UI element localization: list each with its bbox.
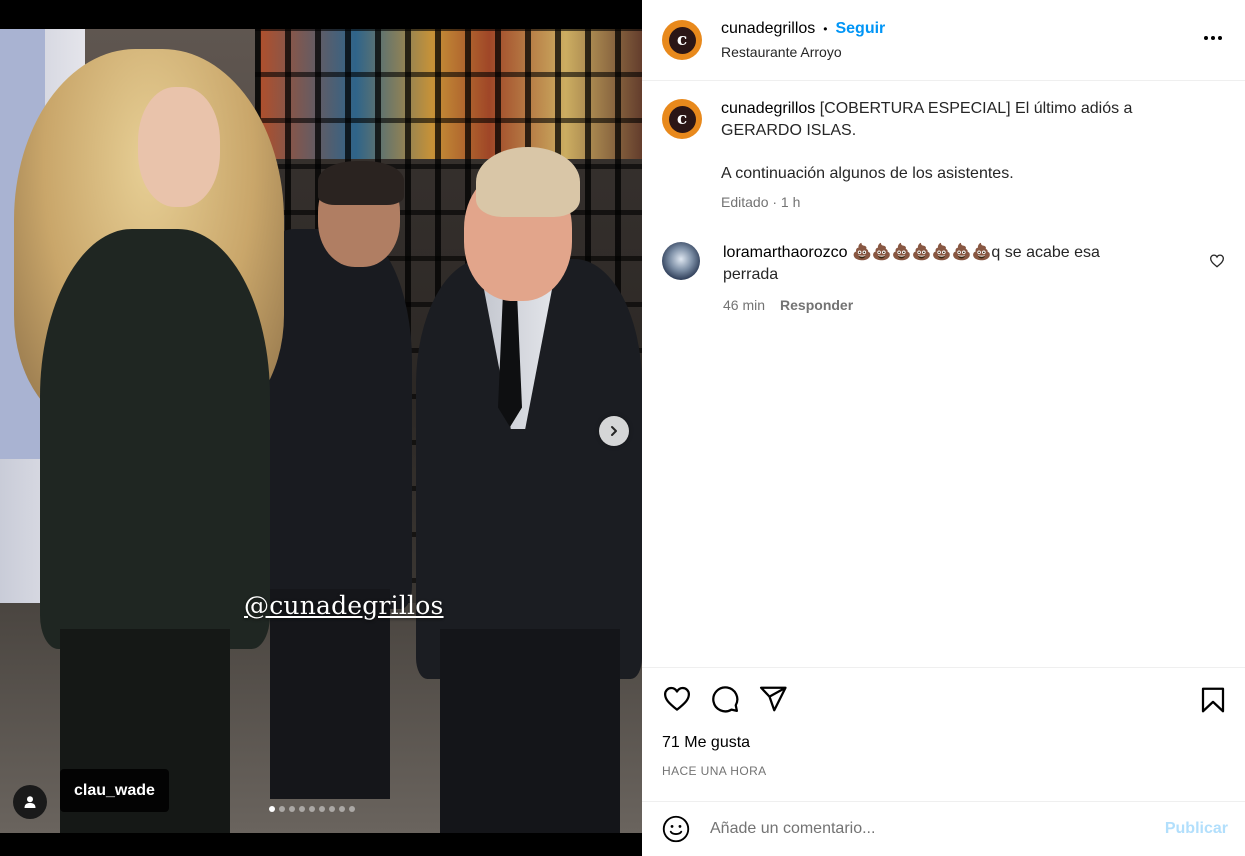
like-button[interactable] (662, 684, 692, 714)
photo-man-left-legs (270, 589, 390, 799)
comments-section: c cunadegrillos [COBERTURA ESPECIAL] El … (642, 81, 1245, 667)
share-button[interactable] (758, 684, 788, 714)
carousel-dot (309, 806, 315, 812)
post-header: c cunadegrillos • Seguir Restaurante Arr… (642, 0, 1245, 81)
tagged-users-button[interactable] (13, 785, 47, 819)
commenter-avatar[interactable] (662, 242, 700, 280)
more-dot (1218, 36, 1222, 40)
instagram-post-modal: @cunadegrillos clau_wade c cunadegrillos (0, 0, 1245, 856)
author-avatar-logo: c (668, 26, 696, 54)
comment-reply-button[interactable]: Responder (780, 294, 853, 316)
comment-icon (712, 686, 739, 713)
carousel-dot (349, 806, 355, 812)
comment-button[interactable] (710, 684, 740, 714)
caption-meta: Editado · 1 h (721, 194, 801, 210)
heart-icon (664, 686, 690, 711)
publish-button[interactable]: Publicar (1165, 820, 1228, 838)
post-location[interactable]: Restaurante Arroyo (721, 44, 885, 60)
carousel-dot (319, 806, 325, 812)
carousel-dot (329, 806, 335, 812)
author-line: cunadegrillos • Seguir (721, 20, 885, 38)
commenter-username[interactable]: loramarthaorozco (723, 244, 848, 261)
separator-dot: • (823, 22, 828, 36)
add-comment-bar: Publicar (642, 801, 1245, 856)
photo-woman-face (138, 87, 220, 207)
comment-body: loramarthaorozco 💩💩💩💩💩💩💩q se acabe esa p… (723, 242, 1153, 316)
comment-heart-icon[interactable] (1209, 253, 1225, 269)
author-username[interactable]: cunadegrillos (721, 20, 815, 38)
author-info: cunadegrillos • Seguir Restaurante Arroy… (721, 20, 885, 60)
carousel-dot (339, 806, 345, 812)
carousel-indicator (0, 806, 642, 812)
comment-input[interactable] (710, 820, 1165, 838)
bookmark-icon (1201, 687, 1225, 713)
carousel-dot (289, 806, 295, 812)
post-time[interactable]: HACE UNA HORA (662, 764, 1225, 778)
caption-paragraph: cunadegrillos [COBERTURA ESPECIAL] El úl… (721, 98, 1151, 142)
emoji-icon[interactable] (662, 815, 690, 843)
author-avatar[interactable]: c (662, 20, 702, 60)
more-dot (1204, 36, 1208, 40)
chevron-right-icon (611, 426, 617, 436)
comment-item: loramarthaorozco 💩💩💩💩💩💩💩q se acabe esa p… (662, 242, 1225, 316)
photo-man-left-hair (318, 161, 404, 205)
save-button[interactable] (1198, 685, 1228, 715)
carousel-dot (299, 806, 305, 812)
photo-watermark: @cunadegrillos (244, 591, 444, 620)
comment-time: 46 min (723, 297, 766, 313)
caption-author-avatar-logo: c (668, 105, 696, 133)
comment-emoji: 💩💩💩💩💩💩💩 (851, 244, 992, 261)
more-dot (1211, 36, 1215, 40)
caption-text-2: A continuación algunos de los asistentes… (721, 165, 1014, 182)
carousel-next-button[interactable] (599, 416, 629, 446)
send-icon (760, 686, 787, 712)
caption-author-avatar[interactable]: c (662, 99, 702, 139)
caption-username[interactable]: cunadegrillos (721, 100, 815, 117)
likes-count[interactable]: 71 Me gusta (662, 734, 1225, 752)
post-side-panel: c cunadegrillos • Seguir Restaurante Arr… (642, 0, 1245, 856)
photo-man-right-hair (476, 147, 580, 217)
photo-man-right-legs (440, 629, 620, 833)
follow-button[interactable]: Seguir (835, 20, 885, 38)
comment-meta: 46 min Responder (723, 294, 1153, 316)
carousel-dot (269, 806, 275, 812)
photo-woman (40, 229, 270, 649)
caption-body: cunadegrillos [COBERTURA ESPECIAL] El úl… (721, 98, 1151, 213)
post-caption: c cunadegrillos [COBERTURA ESPECIAL] El … (662, 98, 1225, 213)
post-actions: 71 Me gusta HACE UNA HORA (642, 667, 1245, 801)
post-media: @cunadegrillos clau_wade (0, 0, 642, 856)
comment-paragraph: loramarthaorozco 💩💩💩💩💩💩💩q se acabe esa p… (723, 242, 1153, 286)
carousel-dot (279, 806, 285, 812)
post-photo[interactable] (0, 29, 642, 833)
more-options-icon[interactable] (1201, 26, 1225, 50)
action-icons (662, 668, 1225, 730)
